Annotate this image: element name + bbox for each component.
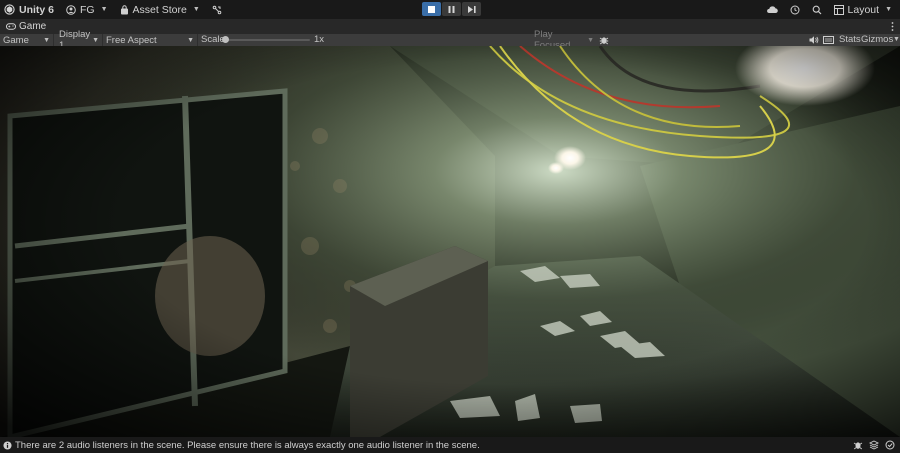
right-toolbar: Layout ▼: [760, 0, 900, 19]
tab-label: Game: [19, 21, 47, 32]
stack-icon[interactable]: [869, 440, 879, 450]
display-dropdown[interactable]: Display 1 ▼: [56, 29, 103, 51]
game-scene-render: [0, 46, 900, 437]
version-control-button[interactable]: [206, 0, 228, 19]
version-control-icon: [212, 5, 222, 14]
bug-icon: [599, 37, 609, 45]
layout-dropdown[interactable]: Layout ▼: [828, 0, 900, 19]
chevron-down-icon: ▼: [92, 36, 100, 44]
asset-store-icon: [120, 4, 128, 14]
app-title: Unity 6: [19, 3, 55, 16]
account-icon: [66, 4, 76, 15]
view-mode-dropdown[interactable]: Game ▼: [0, 34, 54, 46]
console-status-bar[interactable]: There are 2 audio listeners in the scene…: [0, 437, 900, 453]
stop-icon: [428, 5, 435, 13]
main-toolbar: Unity 6 FG ▼ Asset Store ▼ Layout ▼: [0, 0, 900, 19]
account-label: FG: [80, 3, 95, 16]
chevron-down-icon: ▼: [43, 36, 50, 44]
refresh-icon[interactable]: [885, 440, 895, 450]
layout-icon: [833, 4, 844, 15]
unity-menu[interactable]: Unity 6: [0, 0, 60, 19]
pause-button[interactable]: [442, 2, 461, 16]
scale-slider-track[interactable]: [227, 39, 310, 41]
scale-slider-handle[interactable]: [222, 36, 229, 43]
info-icon: [3, 440, 12, 450]
history-icon: [790, 5, 800, 14]
chevron-down-icon: ▼: [587, 36, 594, 44]
chevron-down-icon[interactable]: ▼: [893, 36, 900, 43]
speaker-icon: [809, 36, 819, 44]
stop-button[interactable]: [422, 2, 441, 16]
unity-logo-icon: [4, 4, 15, 15]
chevron-down-icon: ▼: [187, 36, 194, 44]
stats-button[interactable]: Stats: [839, 34, 861, 46]
status-message: There are 2 audio listeners in the scene…: [15, 439, 480, 451]
aspect-dropdown[interactable]: Free Aspect ▼: [103, 34, 198, 46]
play-mode-dropdown[interactable]: Play Focused ▼: [531, 29, 597, 51]
pause-icon: [448, 5, 455, 13]
chevron-down-icon: ▼: [885, 6, 892, 13]
view-mode-label: Game: [3, 34, 29, 46]
cloud-icon: [766, 6, 778, 13]
chevron-down-icon: ▼: [100, 6, 108, 13]
more-vertical-icon: [891, 22, 894, 31]
bug-icon[interactable]: [853, 440, 863, 450]
game-view-toolbar: Game ▼ Display 1 ▼ Free Aspect ▼ Scale 1…: [0, 29, 900, 51]
cloud-button[interactable]: [760, 0, 784, 19]
history-button[interactable]: [784, 0, 806, 19]
search-button[interactable]: [806, 0, 828, 19]
game-viewport[interactable]: [0, 46, 900, 437]
chevron-down-icon: ▼: [192, 6, 200, 13]
layout-label: Layout: [847, 3, 880, 16]
step-button[interactable]: [462, 2, 481, 16]
gizmos-button[interactable]: Gizmos: [861, 34, 893, 46]
asset-store-label: Asset Store: [132, 3, 187, 16]
window-tab-bar: Game: [0, 19, 900, 34]
tab-game[interactable]: Game: [0, 19, 53, 34]
asset-store-dropdown[interactable]: Asset Store ▼: [114, 0, 206, 19]
step-icon: [467, 5, 476, 13]
aspect-label: Free Aspect: [106, 34, 157, 46]
play-controls: [422, 2, 481, 16]
search-icon: [812, 5, 821, 14]
more-options-button[interactable]: [885, 22, 900, 31]
gamepad-icon: [6, 23, 16, 30]
scale-value: 1x: [314, 34, 325, 45]
account-dropdown[interactable]: FG ▼: [60, 0, 114, 19]
aspect-icon: [823, 36, 834, 44]
